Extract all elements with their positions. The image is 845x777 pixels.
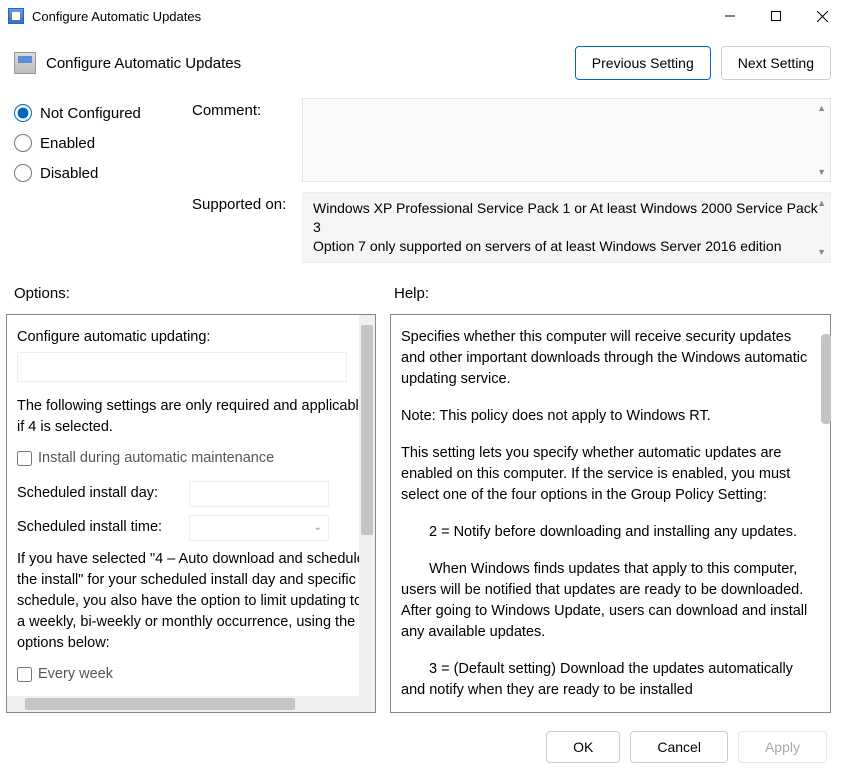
radio-enabled[interactable]: Enabled [14, 134, 174, 152]
radio-not-configured[interactable]: Not Configured [14, 104, 174, 122]
radio-enabled-label: Enabled [40, 135, 95, 152]
options-content: Configure automatic updating: The follow… [7, 315, 375, 712]
options-label: Options: [14, 285, 374, 302]
radio-not-configured-input[interactable] [14, 104, 32, 122]
apply-button[interactable]: Apply [738, 731, 827, 763]
window-title: Configure Automatic Updates [32, 9, 707, 24]
cancel-button[interactable]: Cancel [630, 731, 728, 763]
comment-row: Comment: ▲ ▼ [192, 98, 831, 182]
help-p6: 3 = (Default setting) Download the updat… [401, 659, 810, 701]
supported-on-label: Supported on: [192, 192, 292, 263]
state-radio-group: Not Configured Enabled Disabled [14, 98, 174, 263]
every-week-input[interactable] [17, 667, 32, 682]
install-during-maintenance-checkbox[interactable]: Install during automatic maintenance [17, 448, 371, 469]
minimize-button[interactable] [707, 0, 753, 32]
options-vscroll-thumb[interactable] [361, 325, 373, 535]
supported-on-value: Windows XP Professional Service Pack 1 o… [302, 192, 831, 263]
comment-scroll-down-icon[interactable]: ▼ [817, 167, 826, 177]
help-panel: Specifies whether this computer will rec… [390, 314, 831, 713]
comment-column: Comment: ▲ ▼ Supported on: Windows XP Pr… [192, 98, 831, 263]
radio-disabled-input[interactable] [14, 164, 32, 182]
configure-updating-label: Configure automatic updating: [17, 327, 371, 348]
required-note: The following settings are only required… [17, 396, 371, 438]
install-maintenance-label: Install during automatic maintenance [38, 448, 274, 469]
help-p4: 2 = Notify before downloading and instal… [401, 522, 810, 543]
schedule-note: If you have selected "4 – Auto download … [17, 549, 371, 654]
help-p3: This setting lets you specify whether au… [401, 443, 810, 506]
previous-setting-button[interactable]: Previous Setting [575, 46, 711, 80]
section-labels: Options: Help: [0, 267, 845, 308]
scheduled-time-row: Scheduled install time: ⌄ [17, 515, 371, 541]
app-icon [8, 8, 24, 24]
config-area: Not Configured Enabled Disabled Comment:… [0, 86, 845, 267]
supported-line-2: Option 7 only supported on servers of at… [313, 237, 820, 256]
scheduled-day-row: Scheduled install day: [17, 481, 371, 507]
supported-scroll-down-icon[interactable]: ▼ [817, 246, 826, 258]
help-p2: Note: This policy does not apply to Wind… [401, 406, 810, 427]
close-button[interactable] [799, 0, 845, 32]
supported-row: Supported on: Windows XP Professional Se… [192, 192, 831, 263]
options-vertical-scrollbar[interactable] [359, 315, 375, 712]
policy-editor-window: Configure Automatic Updates Configure Au… [0, 0, 845, 777]
comment-textarea[interactable]: ▲ ▼ [302, 98, 831, 182]
supported-scroll-up-icon[interactable]: ▲ [817, 197, 826, 209]
every-week-checkbox[interactable]: Every week [17, 664, 371, 685]
chevron-down-icon: ⌄ [314, 521, 322, 536]
next-setting-button[interactable]: Next Setting [721, 46, 831, 80]
help-p5: When Windows finds updates that apply to… [401, 559, 810, 643]
help-vertical-scrollbar-thumb[interactable] [821, 334, 831, 424]
footer: OK Cancel Apply [0, 717, 845, 777]
ok-button[interactable]: OK [546, 731, 620, 763]
scheduled-time-dropdown[interactable]: ⌄ [189, 515, 329, 541]
configure-updating-dropdown[interactable] [17, 352, 347, 382]
options-panel: Configure automatic updating: The follow… [6, 314, 376, 713]
help-p1: Specifies whether this computer will rec… [401, 327, 810, 390]
radio-not-configured-label: Not Configured [40, 105, 141, 122]
scheduled-time-label: Scheduled install time: [17, 517, 177, 538]
scheduled-day-label: Scheduled install day: [17, 483, 177, 504]
options-horizontal-scrollbar[interactable] [7, 696, 359, 712]
titlebar: Configure Automatic Updates [0, 0, 845, 32]
install-maintenance-input[interactable] [17, 451, 32, 466]
radio-disabled-label: Disabled [40, 165, 98, 182]
policy-icon [14, 52, 36, 74]
header: Configure Automatic Updates Previous Set… [0, 32, 845, 86]
help-content: Specifies whether this computer will rec… [391, 315, 830, 712]
help-label: Help: [394, 285, 429, 302]
radio-enabled-input[interactable] [14, 134, 32, 152]
radio-disabled[interactable]: Disabled [14, 164, 174, 182]
scheduled-day-dropdown[interactable] [189, 481, 329, 507]
comment-scroll-up-icon[interactable]: ▲ [817, 103, 826, 113]
maximize-button[interactable] [753, 0, 799, 32]
comment-label: Comment: [192, 98, 292, 182]
panels: Configure automatic updating: The follow… [0, 308, 845, 717]
options-hscroll-thumb[interactable] [25, 698, 295, 710]
every-week-label: Every week [38, 664, 113, 685]
policy-title: Configure Automatic Updates [46, 55, 565, 72]
supported-line-1: Windows XP Professional Service Pack 1 o… [313, 199, 820, 237]
